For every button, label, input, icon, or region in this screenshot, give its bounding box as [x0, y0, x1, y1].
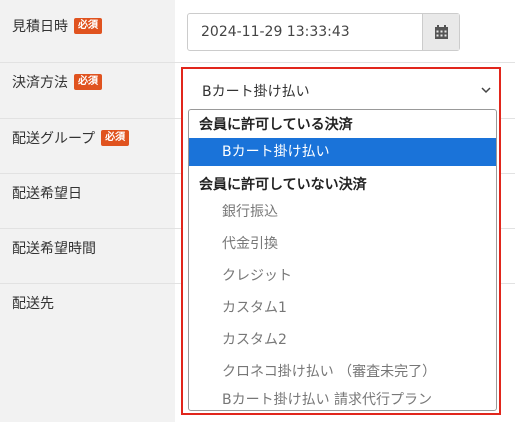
optgroup-not-allowed: 会員に許可していない決済 [199, 177, 367, 193]
optgroup-allowed: 会員に許可している決済 [199, 117, 353, 133]
field-label-delivery-group: 配送グループ 必須 [12, 128, 130, 148]
field-label-text: 配送希望時間 [12, 241, 96, 257]
option-b-cart-invoice[interactable]: Bカート掛け払い [189, 138, 496, 166]
option-custom-2[interactable]: カスタム2 [189, 326, 496, 354]
field-label-payment-method: 決済方法 必須 [12, 72, 102, 92]
quote-datetime-field [187, 13, 460, 51]
field-label-text: 決済方法 [12, 75, 68, 91]
option-credit-card[interactable]: クレジット [189, 262, 496, 290]
field-label-delivery-address: 配送先 [12, 293, 54, 313]
option-cash-on-delivery[interactable]: 代金引換 [189, 230, 496, 258]
required-badge: 必須 [74, 18, 102, 34]
field-label-delivery-date: 配送希望日 [12, 183, 82, 203]
payment-method-selected-value: Bカート掛け払い [202, 84, 310, 100]
payment-method-dropdown: 会員に許可している決済 Bカート掛け払い 会員に許可していない決済 銀行振込 代… [188, 109, 497, 411]
option-kuroneko-invoice[interactable]: クロネコ掛け払い （審査未完了） [189, 358, 496, 386]
field-label-text: 見積日時 [12, 19, 68, 35]
quote-datetime-input[interactable] [188, 14, 422, 50]
calendar-button[interactable] [422, 14, 459, 50]
option-b-cart-billing-agency[interactable]: Bカート掛け払い 請求代行プラン [189, 386, 496, 410]
label-column [0, 0, 175, 422]
payment-method-select[interactable]: Bカート掛け払い [188, 73, 497, 107]
row-divider [0, 62, 515, 63]
field-label-quote-datetime: 見積日時 必須 [12, 16, 102, 36]
field-label-delivery-time: 配送希望時間 [12, 238, 96, 258]
required-badge: 必須 [74, 74, 102, 90]
option-bank-transfer[interactable]: 銀行振込 [189, 198, 496, 226]
calendar-icon [434, 25, 448, 39]
field-label-text: 配送先 [12, 296, 54, 312]
option-custom-1[interactable]: カスタム1 [189, 294, 496, 322]
chevron-down-icon [481, 87, 491, 94]
field-label-text: 配送希望日 [12, 186, 82, 202]
field-label-text: 配送グループ [12, 131, 96, 147]
required-badge: 必須 [101, 130, 130, 146]
